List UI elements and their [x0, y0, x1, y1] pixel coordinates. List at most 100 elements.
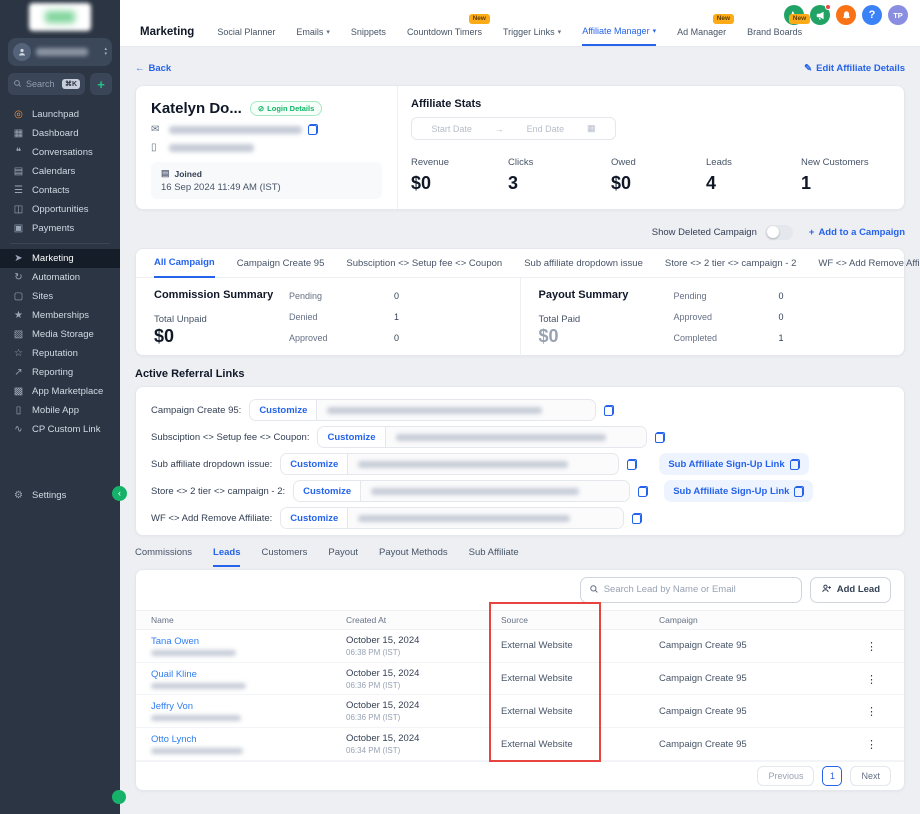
lead-campaign: Campaign Create 95	[659, 738, 747, 750]
customize-button[interactable]: Customize	[281, 508, 349, 528]
copy-email-icon[interactable]	[308, 124, 318, 135]
sidebar-item-sites[interactable]: ▢ Sites	[0, 287, 120, 306]
tab-commissions[interactable]: Commissions	[135, 547, 192, 567]
customize-button[interactable]: Customize	[250, 400, 318, 420]
sidebar-collapse-button[interactable]: ‹	[112, 486, 127, 501]
next-page-button[interactable]: Next	[850, 766, 891, 787]
tab-countdown-timers[interactable]: Countdown Timers New	[407, 14, 490, 46]
campaign-tab-wf[interactable]: WF <> Add Remove Affiliate	[818, 249, 920, 278]
tab-ad-manager[interactable]: Ad Manager New	[677, 14, 735, 46]
customize-button[interactable]: Customize	[318, 427, 386, 447]
copy-link-icon[interactable]	[654, 431, 665, 443]
tab-sub-affiliate[interactable]: Sub Affiliate	[469, 547, 519, 567]
campaign-tab-sub-affiliate[interactable]: Sub affiliate dropdown issue	[524, 249, 643, 278]
sidebar-item-launchpad[interactable]: ◎ Launchpad	[0, 105, 120, 124]
sidebar-item-contacts[interactable]: ☰ Contacts	[0, 181, 120, 200]
tab-social-planner[interactable]: Social Planner	[217, 18, 275, 46]
copy-link-icon[interactable]	[632, 512, 643, 524]
add-to-campaign-button[interactable]: + Add to a Campaign	[809, 227, 905, 238]
tab-payout[interactable]: Payout	[328, 547, 358, 567]
sidebar-search-input[interactable]: Search ⌘K	[8, 73, 85, 95]
announcements-icon[interactable]	[810, 4, 831, 25]
stat-value: 1	[801, 173, 812, 193]
tab-leads[interactable]: Leads	[213, 547, 241, 567]
campaign-tab-store[interactable]: Store <> 2 tier <> campaign - 2	[665, 249, 797, 278]
customize-button[interactable]: Customize	[281, 454, 349, 474]
payout-summary-title: Payout Summary	[538, 289, 629, 301]
sidebar-item-reputation[interactable]: ☆ Reputation	[0, 344, 120, 363]
row-menu-icon[interactable]: ⋮	[866, 674, 877, 686]
page-number-button[interactable]: 1	[822, 766, 843, 787]
commission-summary: Commission Summary Total Unpaid $0 Pendi…	[136, 278, 521, 356]
tab-customers[interactable]: Customers	[261, 547, 307, 567]
campaign-tab-create-95[interactable]: Campaign Create 95	[237, 249, 325, 278]
sidebar-item-media-storage[interactable]: ▧ Media Storage	[0, 325, 120, 344]
copy-link-icon[interactable]	[604, 404, 615, 416]
previous-page-button[interactable]: Previous	[757, 766, 815, 787]
row-menu-icon[interactable]: ⋮	[866, 739, 877, 751]
tab-trigger-links[interactable]: Trigger Links ▾	[503, 18, 561, 46]
sidebar-item-calendars[interactable]: ▤ Calendars	[0, 162, 120, 181]
sub-affiliate-signup-link-button[interactable]: Sub Affiliate Sign-Up Link	[664, 480, 814, 502]
sidebar-item-settings[interactable]: ⚙ Settings	[0, 486, 120, 505]
row-menu-icon[interactable]: ⋮	[866, 706, 877, 718]
add-lead-button[interactable]: Add Lead	[809, 576, 891, 603]
tab-emails[interactable]: Emails ▾	[296, 18, 330, 46]
start-date-field[interactable]: Start Date	[431, 124, 472, 134]
sidebar-item-opportunities[interactable]: ◫ Opportunities	[0, 200, 120, 219]
campaign-tab-all[interactable]: All Campaign	[154, 249, 215, 278]
lead-search-box[interactable]	[579, 576, 802, 603]
account-switcher[interactable]: ▴ ▾	[8, 38, 112, 66]
sidebar-item-reporting[interactable]: ↗ Reporting	[0, 363, 120, 382]
media-storage-icon: ▧	[13, 329, 24, 340]
lead-name-link[interactable]: Tana Owen	[151, 636, 346, 647]
support-bubble[interactable]	[112, 790, 126, 804]
cp-custom-link-icon: ∿	[14, 424, 23, 435]
created-date: October 15, 2024	[346, 700, 420, 712]
created-time: 06:36 PM (IST)	[346, 680, 401, 690]
sidebar-item-cp-custom-link[interactable]: ∿ CP Custom Link	[0, 420, 120, 439]
detail-tabs: Commissions Leads Customers Payout Payou…	[135, 547, 905, 567]
campaign-summary-card: All Campaign Campaign Create 95 Subscipt…	[135, 248, 920, 356]
lead-name-link[interactable]: Quail Kline	[151, 669, 346, 680]
affiliate-name: Katelyn Do...	[151, 100, 242, 117]
user-avatar[interactable]: TP	[888, 5, 908, 25]
sidebar-item-conversations[interactable]: ❝ Conversations	[0, 143, 120, 162]
tab-affiliate-manager[interactable]: Affiliate Manager ▾	[582, 18, 657, 46]
quick-add-button[interactable]: +	[90, 73, 112, 95]
back-button[interactable]: ← Back	[135, 63, 171, 74]
tab-payout-methods[interactable]: Payout Methods	[379, 547, 448, 567]
edit-affiliate-details-button[interactable]: ✎ Edit Affiliate Details	[804, 63, 905, 74]
customize-button[interactable]: Customize	[294, 481, 362, 501]
completed-value: 1	[778, 333, 784, 343]
end-date-field[interactable]: End Date	[527, 124, 565, 134]
login-details-button[interactable]: ⊘ Login Details	[249, 101, 323, 116]
copy-link-icon[interactable]	[638, 485, 649, 497]
help-icon[interactable]: ?	[862, 5, 882, 25]
notifications-bell-icon[interactable]	[836, 5, 856, 25]
lead-name-link[interactable]: Otto Lynch	[151, 734, 346, 745]
contacts-icon: ☰	[14, 185, 23, 196]
sub-affiliate-signup-link-button[interactable]: Sub Affiliate Sign-Up Link	[659, 453, 809, 475]
lead-name-link[interactable]: Jeffry Von	[151, 701, 346, 712]
sidebar-item-app-marketplace[interactable]: ▩ App Marketplace	[0, 382, 120, 401]
sidebar-item-marketing[interactable]: ➤ Marketing	[0, 249, 120, 268]
date-range-picker[interactable]: Start Date → End Date ▦	[411, 117, 616, 140]
copy-link-icon[interactable]	[627, 458, 638, 470]
redacted-account-name	[36, 48, 88, 56]
pending-value: 0	[394, 291, 400, 301]
table-row: Tana Owen October 15, 2024 06:38 PM (IST)…	[136, 630, 904, 663]
campaign-tab-subscription[interactable]: Subsciption <> Setup fee <> Coupon	[346, 249, 502, 278]
tab-brand-boards[interactable]: Brand Boards New	[747, 14, 811, 46]
sidebar-item-payments[interactable]: ▣ Payments	[0, 219, 120, 238]
row-menu-icon[interactable]: ⋮	[866, 641, 877, 653]
lead-search-input[interactable]	[603, 584, 793, 596]
show-deleted-campaign-toggle[interactable]	[764, 224, 793, 240]
sidebar-item-mobile-app[interactable]: ▯ Mobile App	[0, 401, 120, 420]
column-source: Source	[501, 614, 528, 625]
sidebar-item-dashboard[interactable]: ▦ Dashboard	[0, 124, 120, 143]
stat-label: Owed	[611, 157, 636, 168]
tab-snippets[interactable]: Snippets	[351, 18, 386, 46]
sidebar-item-automation[interactable]: ↻ Automation	[0, 268, 120, 287]
sidebar-item-memberships[interactable]: ★ Memberships	[0, 306, 120, 325]
